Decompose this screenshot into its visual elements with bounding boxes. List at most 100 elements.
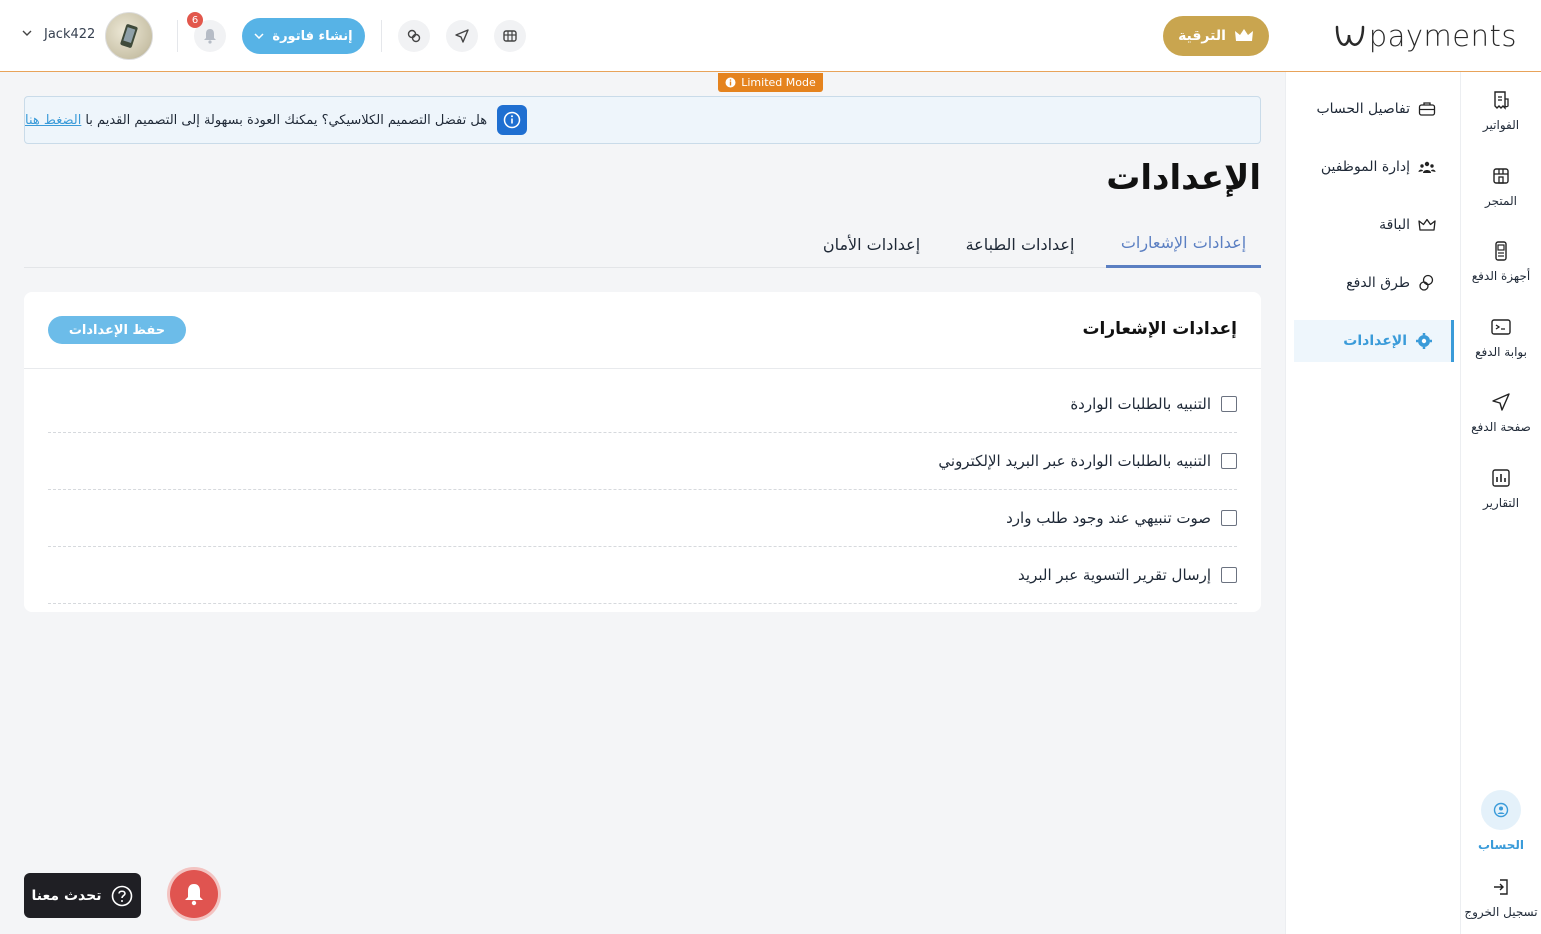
chat-label: تحدث معنا: [31, 887, 102, 904]
option-label: التنبيه بالطلبات الواردة عبر البريد الإل…: [938, 452, 1211, 470]
classic-design-notice: هل تفضل التصميم الكلاسيكي؟ يمكنك العودة …: [24, 96, 1261, 144]
crown-icon: [1418, 218, 1436, 231]
header-divider: [381, 20, 382, 52]
user-circle-icon: [1493, 802, 1509, 818]
logout-icon: [1494, 879, 1508, 895]
rail-label-gateway: بوابة الدفع: [1475, 345, 1527, 359]
notifications-badge: 6: [187, 12, 203, 28]
rail-label-invoices: الفواتير: [1482, 118, 1520, 132]
link-icon: [407, 29, 421, 43]
bell-icon: [185, 884, 203, 906]
option-checkbox[interactable]: [1221, 453, 1237, 469]
option-row: التنبيه بالطلبات الواردة عبر البريد الإل…: [48, 433, 1237, 490]
create-invoice-label: إنشاء فاتورة: [272, 28, 353, 44]
store-icon: [1493, 168, 1509, 184]
subnav-label: الباقة: [1379, 217, 1410, 233]
icon-rail: الفواتير المتجر أجهزة الدفع بوابة الدفع …: [1461, 72, 1541, 934]
rail-label-logout: تسجيل الخروج: [1464, 905, 1538, 919]
option-row: التنبيه بالطلبات الواردة: [48, 376, 1237, 433]
header-divider-2: [177, 20, 178, 52]
store-icon: [503, 30, 517, 42]
save-settings-button[interactable]: حفظ الإعدادات: [48, 316, 186, 344]
rail-item-gateway[interactable]: بوابة الدفع: [1461, 317, 1541, 359]
store-shortcut-button[interactable]: [494, 20, 526, 52]
brand-logo[interactable]: payments: [1333, 18, 1517, 54]
subnav-item-plan[interactable]: الباقة: [1294, 204, 1454, 246]
chevron-down-icon: [254, 33, 264, 39]
rail-label-payment-page: صفحة الدفع: [1471, 420, 1531, 434]
tab-notifications[interactable]: إعدادات الإشعارات: [1106, 220, 1261, 268]
help-circle-icon: [112, 885, 133, 906]
subnav-label: تفاصيل الحساب: [1316, 101, 1410, 117]
subnav-label: طرق الدفع: [1346, 275, 1410, 291]
card-divider: [24, 368, 1261, 369]
rail-item-payment-page[interactable]: صفحة الدفع: [1461, 392, 1541, 434]
option-row: صوت تنبيهي عند وجود طلب وارد: [48, 490, 1237, 547]
upgrade-label: الترقية: [1178, 28, 1226, 44]
option-row: إرسال تقرير التسوية عبر البريد: [48, 547, 1237, 604]
crown-icon: [1234, 29, 1253, 41]
account-icon-circle: [1481, 790, 1521, 830]
limited-mode-badge: Limited Mode: [718, 73, 823, 92]
gateway-icon: [1491, 319, 1511, 335]
option-label: صوت تنبيهي عند وجود طلب وارد: [1006, 509, 1211, 527]
username[interactable]: Jack422: [44, 27, 95, 42]
limited-mode-label: Limited Mode: [741, 76, 816, 89]
upgrade-button[interactable]: الترقية: [1163, 16, 1269, 56]
send-shortcut-button[interactable]: [446, 20, 478, 52]
subnav-label: الإعدادات: [1343, 333, 1407, 349]
option-checkbox[interactable]: [1221, 510, 1237, 526]
rail-item-reports[interactable]: التقارير: [1461, 468, 1541, 510]
page-title: الإعدادات: [1106, 158, 1261, 198]
user-menu-chevron-icon[interactable]: [22, 30, 32, 36]
rail-item-account[interactable]: الحساب: [1461, 790, 1541, 852]
pos-device-icon: [1495, 241, 1507, 261]
subnav-label: إدارة الموظفين: [1320, 159, 1410, 175]
rail-item-store[interactable]: المتجر: [1461, 166, 1541, 208]
subnav-item-settings[interactable]: الإعدادات: [1294, 320, 1454, 362]
link-shortcut-button[interactable]: [398, 20, 430, 52]
rail-label-pos-devices: أجهزة الدفع: [1471, 269, 1531, 283]
logo-mark-icon: [1335, 25, 1364, 46]
push-notification-bell-button[interactable]: [170, 870, 218, 918]
settings-tabs: إعدادات الإشعارات إعدادات الطباعة إعدادا…: [24, 220, 1261, 268]
card-title: إعدادات الإشعارات: [1082, 319, 1237, 339]
tab-printing[interactable]: إعدادات الطباعة: [954, 220, 1086, 268]
send-icon: [455, 29, 469, 43]
users-icon: [1418, 161, 1436, 173]
notice-text: هل تفضل التصميم الكلاسيكي؟ يمكنك العودة …: [85, 112, 488, 128]
subnav-item-payment-methods[interactable]: طرق الدفع: [1294, 262, 1454, 304]
tab-security[interactable]: إعدادات الأمان: [814, 220, 929, 268]
info-icon: [725, 77, 736, 88]
chart-icon: [1492, 469, 1510, 487]
brand-name: payments: [1368, 19, 1517, 53]
subnav-item-account-details[interactable]: تفاصيل الحساب: [1294, 88, 1454, 130]
top-header: payments الترقية إنشاء فاتورة 6 Jack422: [0, 0, 1541, 72]
option-label: التنبيه بالطلبات الواردة: [1070, 395, 1211, 413]
rail-label-reports: التقارير: [1482, 496, 1520, 510]
gear-icon: [1416, 333, 1432, 349]
bell-icon: [204, 29, 216, 44]
rail-label-store: المتجر: [1485, 194, 1517, 208]
briefcase-icon: [1418, 102, 1436, 116]
settings-subnav: تفاصيل الحساب إدارة الموظفين الباقة طرق …: [1285, 72, 1461, 934]
avatar[interactable]: [105, 12, 153, 60]
notifications-settings-card: إعدادات الإشعارات حفظ الإعدادات التنبيه …: [24, 292, 1261, 612]
rail-item-logout[interactable]: تسجيل الخروج: [1461, 877, 1541, 919]
rail-label-account: الحساب: [1477, 838, 1525, 852]
rail-item-pos-devices[interactable]: أجهزة الدفع: [1461, 241, 1541, 283]
avatar-image-icon: [120, 24, 138, 48]
send-icon: [1492, 393, 1510, 411]
notice-link[interactable]: الضغط هنا: [25, 113, 81, 128]
notice-message: هل تفضل التصميم الكلاسيكي؟ يمكنك العودة …: [25, 113, 487, 128]
coins-icon: [1419, 274, 1434, 291]
create-invoice-button[interactable]: إنشاء فاتورة: [242, 18, 365, 54]
subnav-item-staff[interactable]: إدارة الموظفين: [1294, 146, 1454, 188]
chat-with-us-button[interactable]: تحدث معنا: [24, 873, 141, 918]
rail-item-invoices[interactable]: الفواتير: [1461, 90, 1541, 132]
option-checkbox[interactable]: [1221, 567, 1237, 583]
notice-info-icon: [497, 105, 528, 135]
invoice-icon: [1494, 91, 1509, 110]
option-label: إرسال تقرير التسوية عبر البريد: [1018, 566, 1211, 584]
option-checkbox[interactable]: [1221, 396, 1237, 412]
